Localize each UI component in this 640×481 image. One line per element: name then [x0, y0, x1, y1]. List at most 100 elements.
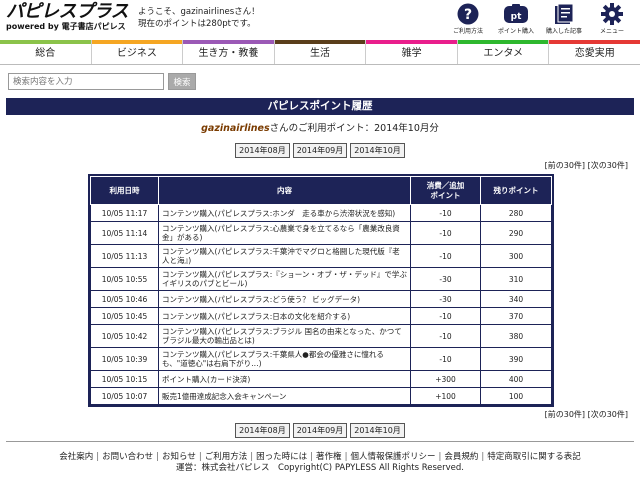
cell-date: 10/05 10:55 — [90, 267, 159, 291]
purchased-articles-button[interactable]: 購入した記事 — [540, 2, 588, 35]
cell-remaining: 340 — [480, 290, 552, 308]
nav-color-bar — [0, 40, 91, 44]
cell-remaining: 290 — [480, 221, 552, 245]
cell-content: コンテンツ購入(パピレスプラス:心農業で身を立てるなら「農業改良資金」がある) — [158, 221, 411, 245]
cell-content: コンテンツ購入(パピレスプラス:どう使う？ ビッグデータ) — [158, 290, 411, 308]
month-button-2014-09[interactable]: 2014年09月 — [292, 143, 348, 158]
header: パピレスプラス powered by 電子書店パピレス ようこそ、gazinai… — [0, 0, 640, 38]
menu-label: メニュー — [599, 28, 624, 35]
cell-remaining: 280 — [480, 204, 552, 222]
nav-item-label: 生き方・教養 — [198, 48, 259, 59]
nav-color-bar — [366, 40, 457, 44]
cell-remaining: 300 — [480, 244, 552, 268]
col-header-used: 消費／追加 ポイント — [410, 176, 481, 205]
nav-item-label: 恋愛実用 — [574, 48, 615, 59]
col-header-content: 内容 — [158, 176, 411, 205]
nav-item-trivia[interactable]: 雑学 — [366, 40, 458, 64]
pager-bottom: [前の30件] [次の30件] — [545, 409, 628, 420]
help-icon: ? — [455, 2, 481, 26]
next-page-link[interactable]: [次の30件] — [588, 161, 628, 170]
nav-item-living[interactable]: 生活 — [274, 40, 367, 64]
menu-button[interactable]: メニュー — [588, 2, 636, 35]
cell-used: -10 — [410, 324, 481, 348]
cell-content: ポイント購入(カード決済) — [158, 370, 411, 388]
cell-used: +300 — [410, 370, 481, 388]
nav-item-label: 雑学 — [401, 48, 422, 59]
cell-remaining: 370 — [480, 307, 552, 325]
cell-date: 10/05 10:45 — [90, 307, 159, 325]
cell-used: -10 — [410, 347, 481, 371]
cell-remaining: 400 — [480, 370, 552, 388]
header-icons: ? ご利用方法 pt ポイント購入 購入した記事 メニュー — [444, 2, 636, 35]
month-button-2014-08[interactable]: 2014年08月 — [235, 143, 290, 158]
table-row: 10/05 10:15 ポイント購入(カード決済) +300 400 — [90, 370, 552, 388]
svg-text:?: ? — [464, 7, 472, 23]
cell-content: コンテンツ購入(パピレスプラス:ホンダ 走る車から渋滞状況を感知) — [158, 204, 411, 222]
nav-item-label: 総合 — [35, 48, 56, 59]
cell-date: 10/05 10:15 — [90, 370, 159, 388]
search-input[interactable] — [8, 73, 164, 90]
month-button-2014-08[interactable]: 2014年08月 — [235, 423, 290, 438]
purchased-articles-icon — [551, 2, 577, 26]
logo-main-text: パピレスプラス — [6, 1, 129, 22]
cell-remaining: 380 — [480, 324, 552, 348]
username: gazinairlines — [201, 123, 270, 134]
cell-date: 10/05 10:46 — [90, 290, 159, 308]
cell-content: コンテンツ購入(パピレスプラス:千葉県人●都会の優雅さに憧れるも、"道徳心"は右… — [158, 347, 411, 371]
purchased-articles-label: 購入した記事 — [545, 28, 582, 35]
cell-used: -30 — [410, 267, 481, 291]
cell-used: -10 — [410, 204, 481, 222]
cell-content: コンテンツ購入(パピレスプラス:千葉沖でマグロと格闘した現代版『老人と海』) — [158, 244, 411, 268]
copyright: 運営：株式会社パピレス Copyright(C) PAPYLESS All Ri… — [176, 463, 464, 473]
site-logo[interactable]: パピレスプラス powered by 電子書店パピレス — [6, 1, 129, 32]
table-row: 10/05 10:39 コンテンツ購入(パピレスプラス:千葉県人●都会の優雅さに憧… — [90, 347, 552, 371]
points-icon: pt — [503, 2, 529, 26]
help-button[interactable]: ? ご利用方法 — [444, 2, 492, 35]
cell-used: -10 — [410, 244, 481, 268]
next-page-link[interactable]: [次の30件] — [588, 410, 628, 419]
cell-content: 販売1億冊達成記念入会キャンペーン — [158, 387, 411, 405]
cell-date: 10/05 10:42 — [90, 324, 159, 348]
month-button-2014-09[interactable]: 2014年09月 — [292, 423, 348, 438]
cell-content: コンテンツ購入(パピレスプラス:ブラジル 国名の由来となった、かつてブラジル最大… — [158, 324, 411, 348]
nav-color-bar — [91, 40, 183, 44]
col-header-date: 利用日時 — [90, 176, 159, 205]
nav-item-business[interactable]: ビジネス — [91, 40, 184, 64]
month-selector-bottom: 2014年08月 2014年09月 2014年10月 — [0, 423, 640, 438]
cell-date: 10/05 10:39 — [90, 347, 159, 371]
buy-points-button[interactable]: pt ポイント購入 — [492, 2, 540, 35]
nav-item-general[interactable]: 総合 — [0, 40, 92, 64]
search-bar: 検索 — [8, 73, 196, 90]
table-row: 10/05 11:17 コンテンツ購入(パピレスプラス:ホンダ 走る車から渋滞状況… — [90, 204, 552, 222]
cell-date: 10/05 10:07 — [90, 387, 159, 405]
cell-used: +100 — [410, 387, 481, 405]
points-badge: pt — [511, 12, 522, 22]
category-nav: 総合 ビジネス 生き方・教養 生活 雑学 エンタメ 恋愛実用 — [0, 40, 640, 65]
table-row: 10/05 11:14 コンテンツ購入(パピレスプラス:心農業で身を立てるなら「農… — [90, 221, 552, 245]
points-history-table: 利用日時 内容 消費／追加 ポイント 残りポイント 10/05 11:17 コンテン… — [88, 174, 554, 407]
month-button-2014-10[interactable]: 2014年10月 — [350, 143, 405, 158]
gear-icon — [599, 2, 625, 26]
usage-heading-suffix: さんのご利用ポイント：2014年10月分 — [269, 123, 439, 134]
nav-item-entertainment[interactable]: エンタメ — [457, 40, 550, 64]
cell-remaining: 310 — [480, 267, 552, 291]
nav-item-lifestyle[interactable]: 生き方・教養 — [183, 40, 275, 64]
search-button[interactable]: 検索 — [168, 73, 196, 90]
pager-top: [前の30件] [次の30件] — [545, 160, 628, 171]
cell-date: 10/05 11:17 — [90, 204, 159, 222]
prev-page-link[interactable]: [前の30件] — [545, 410, 585, 419]
welcome-message: ようこそ、gazinairlinesさん！ 現在のポイントは280ptです。 — [138, 6, 260, 30]
cell-date: 10/05 11:13 — [90, 244, 159, 268]
prev-page-link[interactable]: [前の30件] — [545, 161, 585, 170]
nav-color-bar — [457, 40, 549, 44]
cell-content: コンテンツ購入(パピレスプラス:日本の文化を紹介する) — [158, 307, 411, 325]
table-row: 10/05 11:13 コンテンツ購入(パピレスプラス:千葉沖でマグロと格闘した現… — [90, 244, 552, 268]
welcome-line: ようこそ、gazinairlinesさん！ — [138, 7, 260, 17]
month-button-2014-10[interactable]: 2014年10月 — [350, 423, 405, 438]
nav-item-label: エンタメ — [483, 48, 524, 59]
cell-remaining: 390 — [480, 347, 552, 371]
buy-points-label: ポイント購入 — [497, 28, 534, 35]
table-header-row: 利用日時 内容 消費／追加 ポイント 残りポイント — [90, 176, 552, 205]
cell-used: -30 — [410, 290, 481, 308]
nav-item-romance[interactable]: 恋愛実用 — [549, 40, 640, 64]
